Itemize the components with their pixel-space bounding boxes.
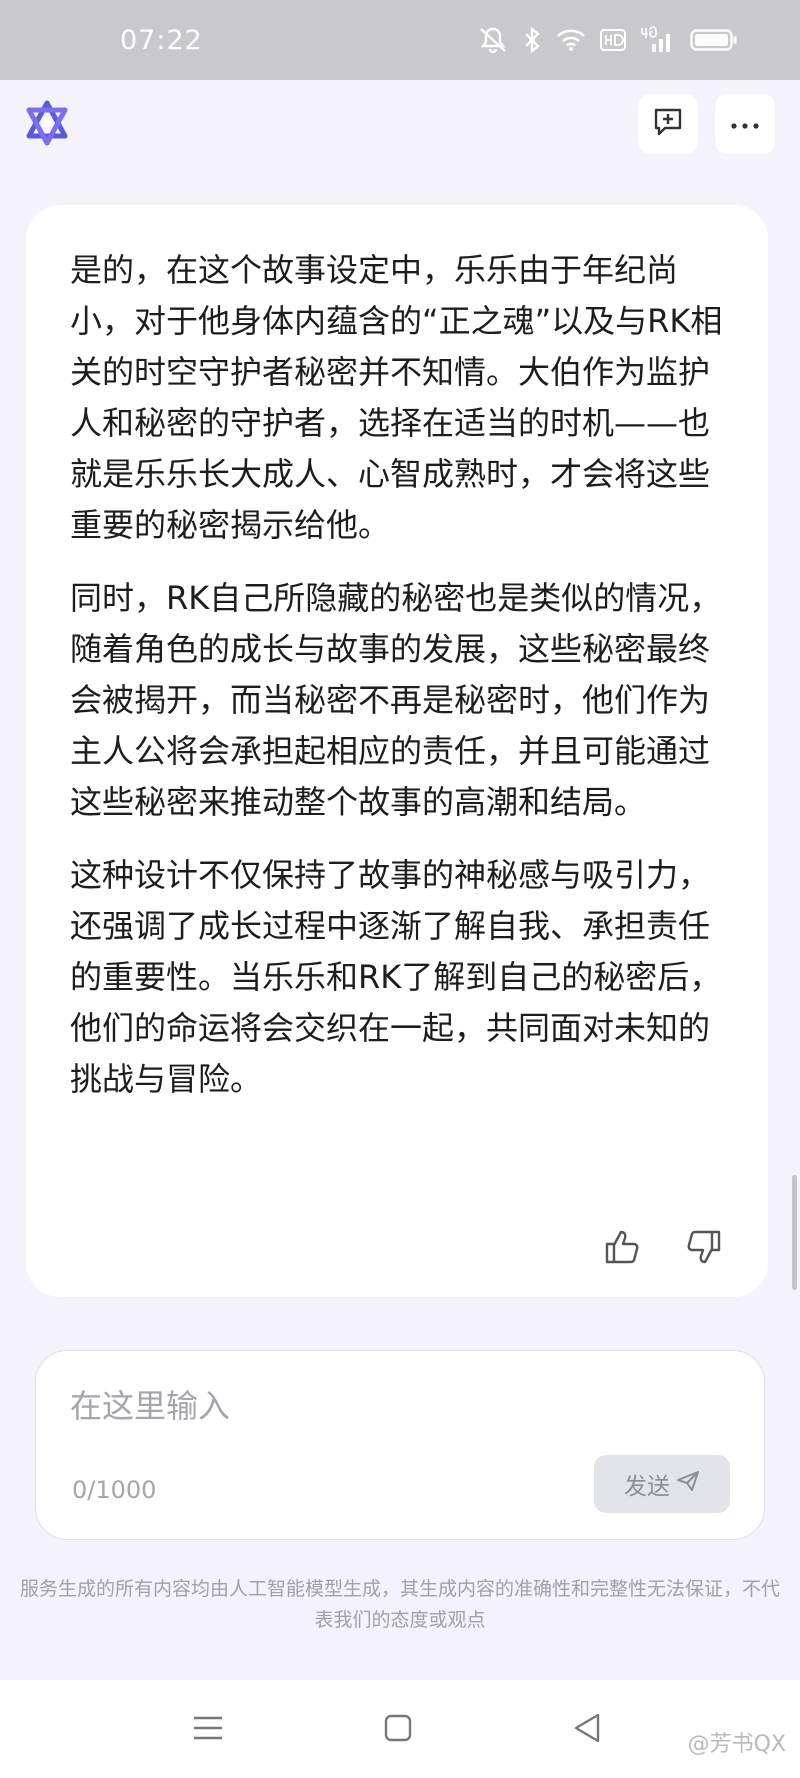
bluetooth-icon xyxy=(522,26,542,54)
send-icon xyxy=(676,1470,700,1498)
hd-icon xyxy=(600,29,626,51)
battery-icon xyxy=(690,28,738,52)
message-paragraph: 同时，RK自己所隐藏的秘密也是类似的情况，随着角色的成长与故事的发展，这些秘密最… xyxy=(70,579,722,821)
system-nav-bar: @芳书QX xyxy=(0,1680,800,1778)
back-icon[interactable] xyxy=(568,1708,608,1748)
feedback-actions xyxy=(602,1227,724,1267)
status-icons xyxy=(478,26,738,54)
more-dots-icon xyxy=(730,115,760,134)
more-options-button[interactable] xyxy=(715,94,775,154)
status-time: 07:22 xyxy=(120,24,203,56)
watermark: @芳书QX xyxy=(687,1732,786,1757)
home-icon[interactable] xyxy=(378,1708,418,1748)
chat-input-box: 0/1000 发送 xyxy=(35,1350,765,1540)
new-chat-button[interactable] xyxy=(638,94,698,154)
thumbs-down-icon[interactable] xyxy=(684,1227,724,1267)
thumbs-up-icon[interactable] xyxy=(602,1227,642,1267)
signal-4g-icon xyxy=(640,26,676,54)
ai-disclaimer: 服务生成的所有内容均由人工智能模型生成，其生成内容的准确性和完整性无法保证，不代… xyxy=(20,1578,781,1631)
menu-icon[interactable] xyxy=(188,1708,228,1748)
new-chat-icon xyxy=(652,106,684,142)
scrollbar[interactable] xyxy=(792,1175,797,1290)
mute-icon xyxy=(478,26,508,54)
message-paragraph: 是的，在这个故事设定中，乐乐由于年纪尚小，对于他身体内蕴含的“正之魂”以及与RK… xyxy=(70,251,723,544)
wifi-icon xyxy=(556,28,586,52)
status-bar: 07:22 xyxy=(0,0,800,80)
assistant-message: 是的，在这个故事设定中，乐乐由于年纪尚小，对于他身体内蕴含的“正之魂”以及与RK… xyxy=(26,205,768,1297)
char-count: 0/1000 xyxy=(72,1476,157,1504)
send-button[interactable]: 发送 xyxy=(594,1455,730,1513)
chat-input[interactable] xyxy=(70,1381,730,1441)
send-button-label: 发送 xyxy=(624,1474,670,1500)
app-logo-icon xyxy=(24,100,70,146)
message-paragraph: 这种设计不仅保持了故事的神秘感与吸引力，还强调了成长过程中逐渐了解自我、承担责任… xyxy=(70,856,722,1098)
app-header xyxy=(0,80,800,200)
